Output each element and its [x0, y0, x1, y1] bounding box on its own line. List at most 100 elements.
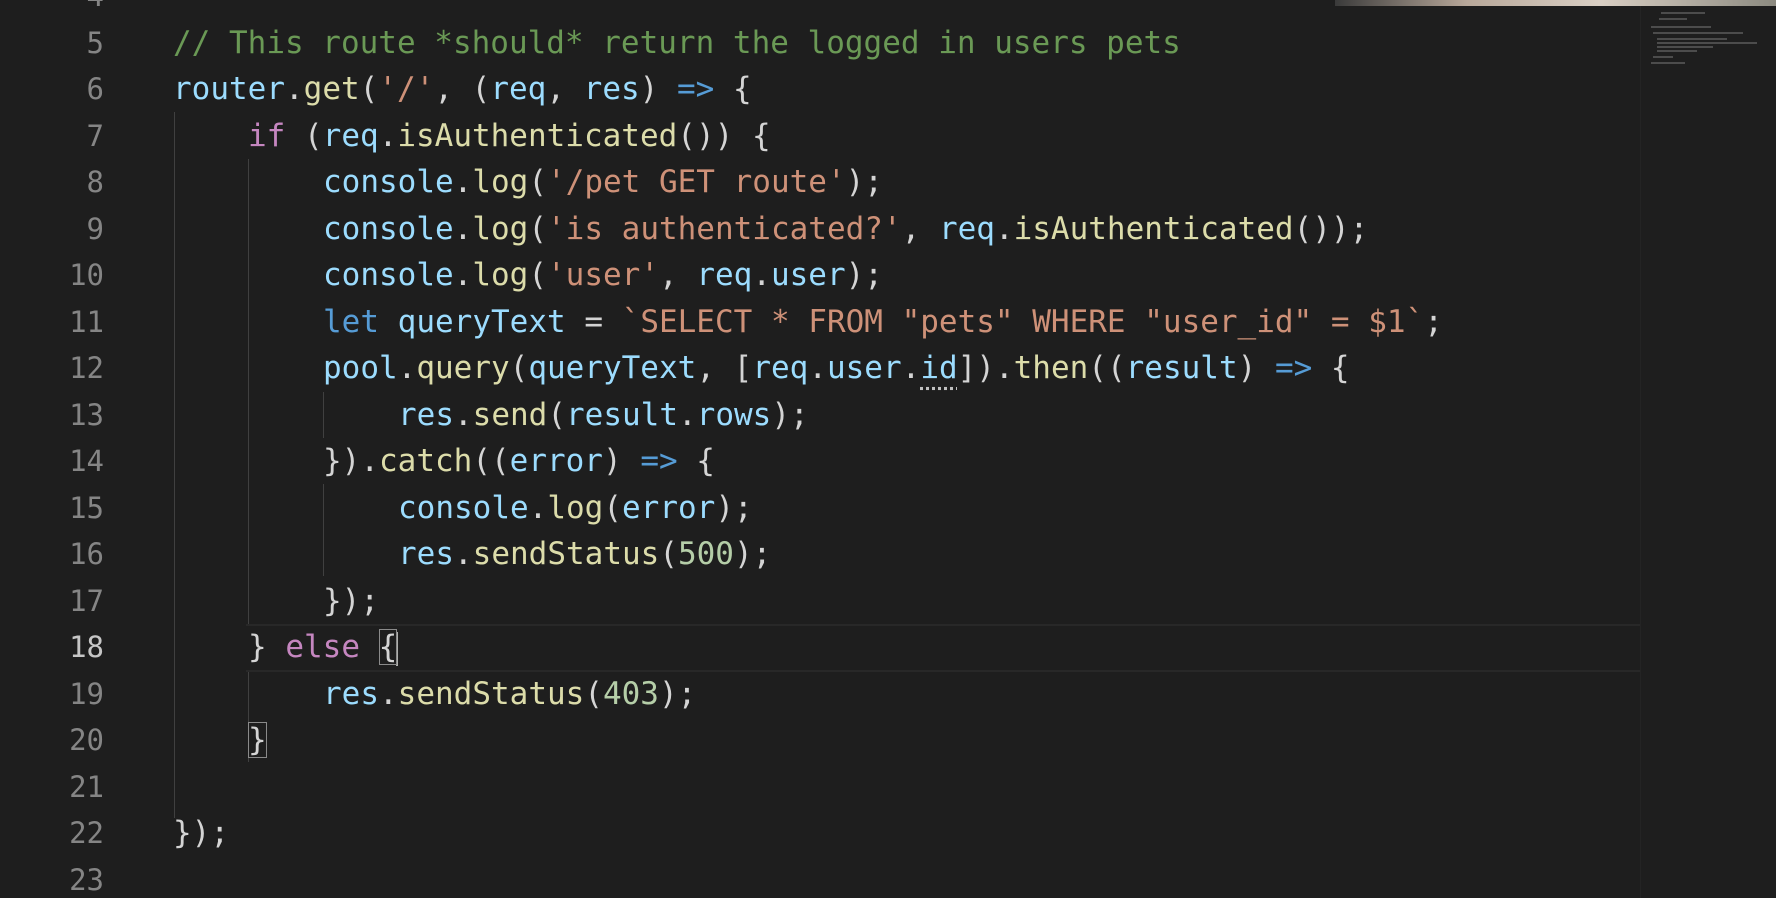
code-line: let queryText = `SELECT * FROM "pets" WH…: [323, 299, 1443, 346]
operator: =: [565, 303, 622, 340]
punctuation: (: [528, 257, 547, 293]
punctuation: (: [509, 350, 529, 386]
punctuation: .: [808, 350, 827, 386]
parameter: error: [509, 443, 603, 479]
identifier: queryText: [528, 350, 697, 386]
punctuation: .: [454, 536, 473, 572]
code-line: res.send(result.rows);: [398, 392, 809, 439]
identifier: res: [323, 675, 379, 712]
function-name: log: [472, 257, 529, 293]
code-line: pool.query(queryText, [req.user.id]).the…: [323, 345, 1350, 392]
identifier: res: [398, 396, 454, 433]
identifier-hint[interactable]: id: [920, 350, 957, 386]
identifier: console: [323, 210, 454, 247]
minimap-line: [1657, 46, 1713, 48]
arrow-operator: =>: [1274, 350, 1313, 386]
matched-bracket: }: [248, 722, 267, 758]
function-name: sendStatus: [472, 536, 660, 572]
punctuation: {: [677, 443, 715, 479]
text-cursor: [396, 631, 399, 666]
punctuation: .: [752, 257, 771, 293]
number-literal: 403: [602, 675, 659, 712]
code-line: res.sendStatus(500);: [398, 531, 771, 578]
code-editor[interactable]: 4 5 6 7 8 9 10 11 12 13 14 15 16 17 18 1…: [0, 0, 1776, 898]
punctuation: }).: [323, 443, 379, 479]
punctuation: (: [659, 536, 678, 572]
punctuation: ((: [1088, 350, 1126, 386]
code-line: res.sendStatus(403);: [323, 671, 696, 718]
punctuation: );: [771, 396, 809, 433]
punctuation: , (: [434, 71, 491, 107]
code-line: console.log('is authenticated?', req.isA…: [323, 206, 1368, 253]
minimap-line: [1651, 62, 1685, 64]
identifier: res: [398, 536, 454, 572]
punctuation: ): [639, 71, 677, 107]
function-name: then: [1013, 350, 1089, 386]
matched-bracket: {: [378, 629, 398, 665]
identifier: result: [566, 396, 678, 433]
function-name: log: [547, 489, 604, 526]
arrow-operator: =>: [676, 71, 715, 107]
indent-guide: [323, 392, 324, 438]
string: 'user': [547, 257, 659, 293]
punctuation: ,: [901, 210, 939, 247]
punctuation: ;: [1424, 303, 1443, 340]
code-area[interactable]: // This route *should* return the logged…: [0, 0, 1702, 898]
function-name: send: [472, 396, 548, 433]
minimap-line: [1653, 32, 1743, 34]
punctuation: ): [602, 443, 641, 479]
punctuation: (: [528, 210, 547, 247]
punctuation: {: [1312, 350, 1350, 386]
minimap-line: [1651, 26, 1711, 28]
identifier: queryText: [397, 303, 566, 340]
identifier: console: [323, 257, 454, 293]
keyword: if: [248, 117, 286, 154]
indent-guide: [323, 484, 324, 576]
punctuation: );: [845, 164, 883, 200]
identifier: router: [173, 71, 285, 107]
function-name: log: [472, 210, 529, 247]
function-name: isAuthenticated: [1013, 210, 1294, 247]
parameter: req: [490, 71, 547, 107]
identifier: console: [323, 164, 454, 200]
minimap-line: [1661, 12, 1705, 14]
current-code-line: } else {: [245, 624, 1702, 672]
function-name: sendStatus: [397, 675, 585, 712]
punctuation: });: [323, 582, 379, 619]
comment: // This route *should* return the logged…: [173, 24, 1181, 61]
punctuation: );: [733, 536, 772, 572]
identifier: req: [696, 257, 753, 293]
indent-guide: [248, 159, 249, 626]
template-string: `SELECT * FROM "pets" WHERE "user_id" = …: [621, 303, 1425, 340]
punctuation: ()) {: [677, 117, 771, 154]
punctuation: ,: [546, 71, 584, 107]
punctuation: .: [379, 675, 398, 712]
punctuation: (: [528, 164, 547, 200]
minimap-line: [1657, 50, 1697, 52]
keyword: else: [285, 629, 360, 665]
punctuation: .: [284, 71, 304, 107]
arrow-operator: =>: [640, 443, 678, 479]
punctuation: );: [715, 489, 753, 526]
punctuation: .: [528, 489, 548, 526]
parameter: res: [583, 71, 640, 107]
code-line: });: [173, 810, 229, 857]
punctuation: .: [453, 164, 473, 200]
identifier: req: [752, 350, 809, 386]
punctuation: ((: [472, 443, 510, 479]
code-line: }: [248, 717, 267, 764]
code-line: router.get('/', (req, res) => {: [173, 66, 752, 113]
punctuation: .: [453, 257, 473, 293]
punctuation: (: [547, 396, 566, 433]
identifier: console: [398, 489, 529, 526]
string: '/pet GET route': [547, 164, 846, 200]
keyword: let: [323, 303, 379, 340]
punctuation: (: [359, 71, 379, 107]
identifier: user: [770, 257, 846, 293]
punctuation: }: [248, 629, 286, 665]
indent-guide: [174, 112, 175, 818]
punctuation: ());: [1293, 210, 1369, 247]
minimap[interactable]: [1640, 0, 1776, 898]
number-literal: 500: [677, 536, 734, 572]
